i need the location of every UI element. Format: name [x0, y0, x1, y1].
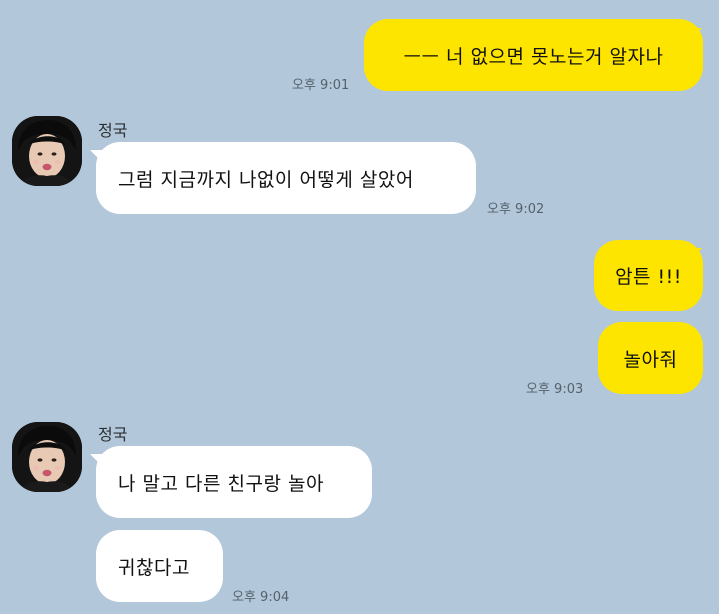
- profile-photo-icon: [12, 116, 82, 186]
- message-text: 귀찮다고: [118, 556, 190, 579]
- message-text: 나 말고 다른 친구랑 놀아: [118, 472, 324, 495]
- message-time: 오후 9:03: [526, 382, 584, 397]
- sender-name: 정국: [98, 425, 128, 444]
- message-time: 오후 9:02: [487, 202, 545, 217]
- sent-message-bubble[interactable]: ㅡㅡ 너 없으면 못노는거 알자나: [364, 19, 703, 91]
- received-message-bubble[interactable]: 귀찮다고: [96, 530, 223, 602]
- received-message-bubble[interactable]: 나 말고 다른 친구랑 놀아: [96, 446, 372, 518]
- message-text: 암튼 !!!: [615, 266, 682, 288]
- message-time: 오후 9:01: [292, 78, 350, 93]
- sender-name: 정국: [98, 121, 128, 140]
- sent-message-bubble[interactable]: 암튼 !!!: [594, 240, 703, 311]
- message-text: 그럼 지금까지 나없이 어떻게 살았어: [118, 168, 414, 191]
- message-time: 오후 9:04: [232, 590, 290, 605]
- sent-message-bubble[interactable]: 놀아줘: [598, 322, 703, 394]
- received-message-bubble[interactable]: 그럼 지금까지 나없이 어떻게 살았어: [96, 142, 476, 214]
- avatar[interactable]: [12, 116, 82, 186]
- message-text: 놀아줘: [623, 348, 678, 371]
- profile-photo-icon: [12, 422, 82, 492]
- message-text: ㅡㅡ 너 없으면 못노는거 알자나: [403, 45, 664, 68]
- avatar[interactable]: [12, 422, 82, 492]
